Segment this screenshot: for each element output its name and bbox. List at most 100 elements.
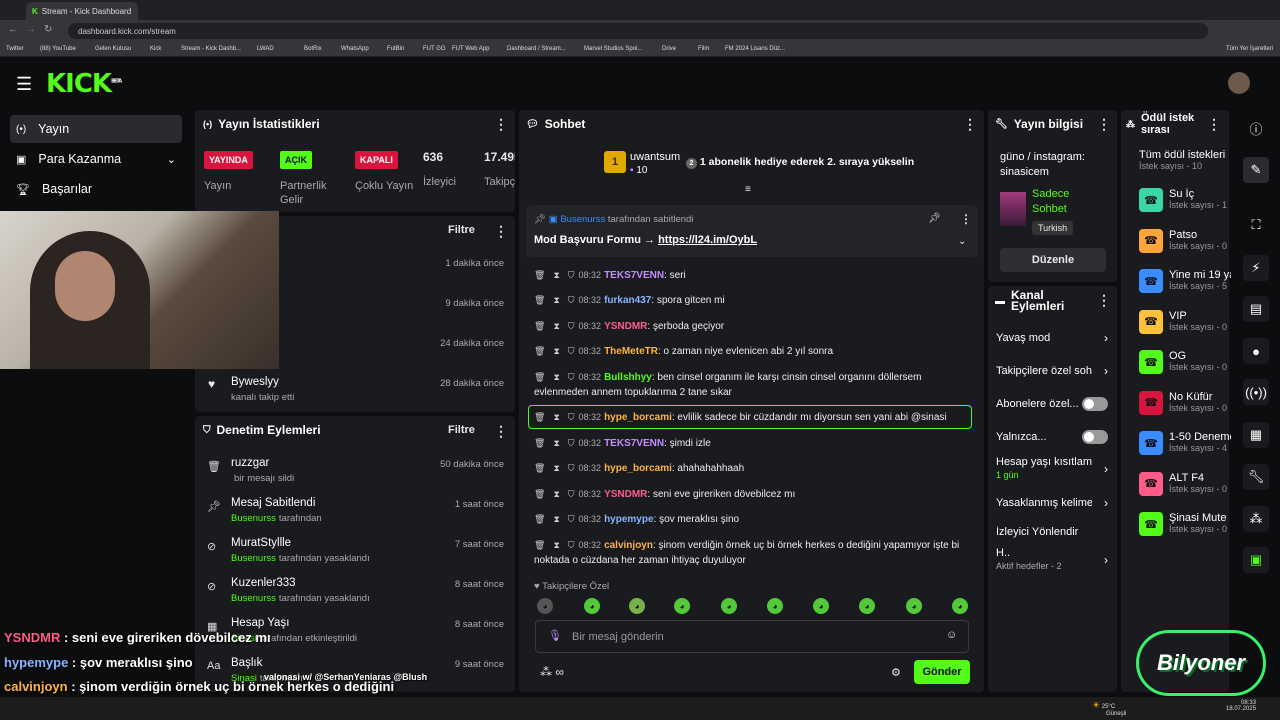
edit-icon[interactable]: ✎ (1243, 157, 1269, 183)
bookmark-item[interactable]: WhatsApp (341, 46, 369, 52)
ban-user-icon[interactable]: ⛉ (568, 438, 575, 448)
message-username[interactable]: calvinjoyn (604, 540, 653, 551)
reward-item[interactable]: ☎ VIP İstek sayısı - 0 (1139, 309, 1231, 338)
moderation-filter[interactable]: Filtre (448, 424, 475, 436)
emote-icon[interactable]: ◕ (584, 598, 600, 614)
chat-message[interactable]: 🗑︎ ⧗ ⛉ 08:32 hype_borcami: evlilik sadece bi… (534, 410, 966, 425)
timeout-icon[interactable]: ⧗ (553, 489, 559, 499)
message-username[interactable]: Bullshhyy (604, 372, 652, 383)
chat-message[interactable]: 🗑︎ ⧗ ⛉ 08:32 Bullshhyy: ben cinsel organım i… (534, 370, 966, 400)
timeout-icon[interactable]: ⧗ (553, 540, 559, 550)
timeout-icon[interactable]: ⧗ (553, 372, 559, 382)
chat-message[interactable]: 🗑︎ ⧗ ⛉ 08:32 TheMeteTR: o zaman niye evlenic… (534, 344, 966, 359)
chat-message[interactable]: 🗑︎ ⧗ ⛉ 08:32 YSNDMR: seni eve gireriken döve… (534, 487, 966, 502)
pinned-link[interactable]: https://l24.im/OybL (658, 234, 757, 246)
activity-filter[interactable]: Filtre (448, 224, 475, 236)
message-username[interactable]: TEKS7VENN (604, 438, 664, 449)
wrench-icon[interactable]: 🔧︎ (1243, 464, 1269, 490)
emote-icon[interactable]: ◕ (721, 598, 737, 614)
bookmark-item[interactable]: Drive (662, 46, 676, 52)
media-icon[interactable]: ▦ (1243, 422, 1269, 448)
delete-message-icon[interactable]: 🗑︎ (534, 321, 545, 331)
message-username[interactable]: YSNDMR (604, 489, 647, 500)
bookmark-item[interactable]: Marvel Studios Spoi... (584, 46, 642, 52)
chat-message[interactable]: 🗑︎ ⧗ ⛉ 08:32 TEKS7VENN: şimdi izle (534, 436, 966, 451)
ban-user-icon[interactable]: ⛉ (568, 489, 575, 499)
delete-message-icon[interactable]: 🗑︎ (534, 540, 545, 550)
bookmark-item[interactable]: FUT Web App (452, 46, 489, 52)
emote-icon[interactable]: ◕ (859, 598, 875, 614)
all-rewards[interactable]: Tüm ödül istekleri İstek sayısı - 10 (1139, 149, 1229, 171)
bookmark-item[interactable]: FUT GG (423, 46, 446, 52)
chat-tools-icon[interactable]: ⁂ ∞ (540, 665, 564, 679)
ban-user-icon[interactable]: ⛉ (568, 463, 575, 473)
message-username[interactable]: hypemype (604, 514, 653, 525)
bookmark-item[interactable]: LWAD (257, 46, 274, 52)
scroll-indicator-icon[interactable]: ≡ (745, 184, 751, 195)
info-icon[interactable]: ⓘ (1243, 115, 1269, 141)
chat-message[interactable]: 🗑︎ ⧗ ⛉ 08:32 calvinjoyn: şinom verdiğin örne… (534, 538, 966, 568)
reward-item[interactable]: ☎ Su İç İstek sayısı - 1 (1139, 188, 1231, 216)
emote-icon[interactable]: ◕ (674, 598, 690, 614)
browser-tab[interactable]: K Stream - Kick Dashboard (26, 2, 138, 20)
back-icon[interactable]: ← (8, 24, 18, 35)
notes-icon[interactable]: ▤ (1243, 296, 1269, 322)
channel-action-row[interactable]: Yalnızca... (996, 425, 1108, 449)
delete-message-icon[interactable]: 🗑︎ (534, 372, 545, 382)
chat-message[interactable]: 🗑︎ ⧗ ⛉ 08:32 TEKS7VENN: seri (534, 268, 966, 283)
delete-message-icon[interactable]: 🗑︎ (534, 489, 545, 499)
toggle-switch[interactable] (1082, 397, 1108, 411)
kick-logo[interactable]: KICKBETA (46, 69, 122, 99)
send-button[interactable]: Gönder (914, 660, 970, 684)
bookmark-item[interactable]: Kick (150, 46, 161, 52)
user-avatar[interactable] (1228, 72, 1250, 94)
hamburger-menu-icon[interactable]: ☰ (16, 74, 32, 95)
message-username[interactable]: YSNDMR (604, 321, 647, 332)
message-username[interactable]: hype_borcami (604, 412, 672, 423)
timeout-icon[interactable]: ⧗ (553, 346, 559, 356)
delete-message-icon[interactable]: 🗑︎ (534, 438, 545, 448)
bookmark-item[interactable]: (88) YouTube (40, 46, 76, 52)
reload-icon[interactable]: ↻ (44, 24, 52, 35)
delete-message-icon[interactable]: 🗑︎ (534, 514, 545, 524)
chat-icon[interactable]: ● (1243, 338, 1269, 364)
ban-user-icon[interactable]: ⛉ (568, 321, 575, 331)
expand-pinned-icon[interactable]: ⌄ (958, 236, 966, 247)
channel-action-row[interactable]: Yasaklanmış kelimeler › (996, 491, 1108, 515)
timeout-icon[interactable]: ⧗ (553, 270, 559, 280)
mod-actor[interactable]: Busenurss (231, 593, 276, 604)
channel-action-row[interactable]: Takipçilere özel sohbet › (996, 359, 1108, 383)
reward-item[interactable]: ☎ Şinasi Mute İstek sayısı - 0 (1139, 512, 1231, 540)
queue-icon[interactable]: ⁂ (1243, 506, 1269, 532)
bookmark-item[interactable]: FutBin (387, 46, 404, 52)
channel-actions-menu-icon[interactable]: ⋮ (1097, 292, 1111, 309)
emote-icon[interactable]: ◕ (952, 598, 968, 614)
toggle-switch[interactable] (1082, 430, 1108, 444)
lightning-icon[interactable]: ⚡︎ (1243, 255, 1269, 281)
chat-message[interactable]: 🗑︎ ⧗ ⛉ 08:32 YSNDMR: şerboda geçiyor (534, 319, 966, 334)
channel-action-row[interactable]: Yavaş mod › (996, 326, 1108, 350)
sticker-icon[interactable]: ▣ (1243, 547, 1269, 573)
emote-icon[interactable]: ◕ (767, 598, 783, 614)
mod-actor[interactable]: Busenurss (231, 553, 276, 564)
bookmark-item[interactable]: Gelen Kutusu (95, 46, 131, 52)
ban-user-icon[interactable]: ⛉ (568, 540, 575, 550)
chat-settings-icon[interactable]: ⚙ (891, 666, 901, 679)
reward-item[interactable]: ☎ Yine mi 19 yaşİstek sayısı - 5 (1139, 269, 1231, 297)
moderation-menu-icon[interactable]: ⋮ (494, 423, 508, 440)
reward-item[interactable]: ☎ Patso İstek sayısı - 0 (1139, 228, 1231, 257)
all-bookmarks[interactable]: Tüm Yer İşaretleri (1226, 46, 1273, 52)
timeout-icon[interactable]: ⧗ (553, 321, 559, 331)
bookmark-item[interactable]: BotRix (304, 46, 322, 52)
ban-user-icon[interactable]: ⛉ (568, 346, 575, 356)
broadcast-icon[interactable]: ((•)) (1243, 379, 1269, 405)
reward-item[interactable]: ☎ No Küfür İstek sayısı - 0 (1139, 390, 1231, 419)
timeout-icon[interactable]: ⧗ (553, 295, 559, 305)
message-username[interactable]: hype_borcami (604, 463, 672, 474)
category-name[interactable]: Sadece Sohbet (1032, 187, 1092, 217)
sidebar-item-basarilar[interactable]: 🏆︎ Başarılar (10, 175, 182, 203)
unpin-icon[interactable]: 📌︎ (928, 213, 941, 224)
ban-user-icon[interactable]: ⛉ (568, 295, 575, 305)
timeout-icon[interactable]: ⧗ (553, 463, 559, 473)
timeout-icon[interactable]: ⧗ (553, 412, 559, 422)
